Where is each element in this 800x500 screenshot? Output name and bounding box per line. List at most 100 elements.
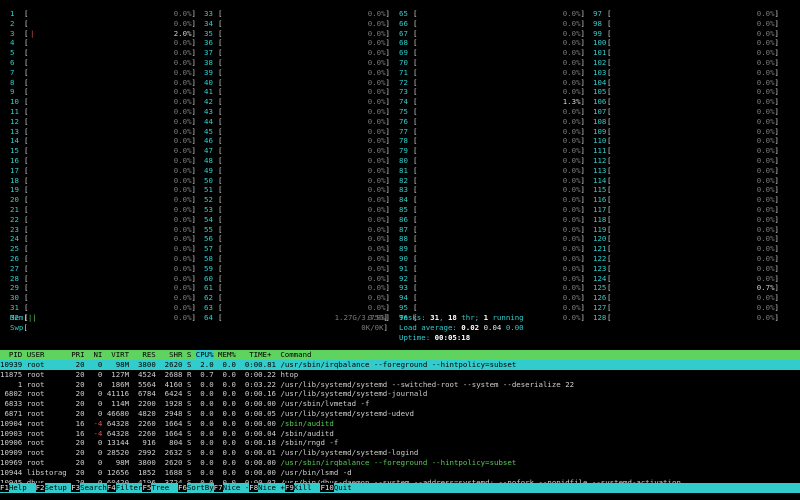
table-row[interactable]: 10969 root 20 0 98M 3800 2620 S 0.0 0.0 … <box>0 458 800 468</box>
header-sort-column[interactable]: CPU% <box>195 350 214 359</box>
fkey-tree-button[interactable]: F5Tree <box>142 483 178 492</box>
cpu-meter-column: 65[0.0%] 66[0.0%] 67[0.0%] 68[0.0%] 69[0.0%]… <box>399 9 587 323</box>
nice-cell: 0 <box>89 457 103 467</box>
state-cell: S <box>186 448 192 458</box>
cpu-percent: 0.0% <box>173 293 192 303</box>
fkey-nice-button[interactable]: F8Nice + <box>249 483 285 492</box>
cpu-number: 43 <box>204 106 213 116</box>
cpu-number: 106 <box>593 97 607 107</box>
virt-cell: 28520 <box>106 448 130 458</box>
cpu-meter: 91[0.0%] <box>399 263 585 273</box>
swap-meter: Swp[ 0K/0K] <box>10 322 388 332</box>
cpu-number: 89 <box>399 244 408 254</box>
cpu-meter: 127[0.0%] <box>593 302 779 312</box>
cpu-number: 51 <box>204 185 213 195</box>
pid-cell: 10906 <box>0 438 23 448</box>
cpu-number: 5 <box>10 48 15 58</box>
cpu-number: 75 <box>399 106 408 116</box>
cpu-percent: 0.0% <box>562 293 581 303</box>
cpu-meter: 112[0.0%] <box>593 155 779 165</box>
table-row[interactable]: 6833 root 20 0 114M 2200 1928 S 0.0 0.0 … <box>0 399 800 409</box>
fkey-kill-button[interactable]: F9Kill <box>284 483 321 492</box>
table-row[interactable]: 11875 root 20 0 127M 4524 2688 R 0.7 0.0… <box>0 370 800 380</box>
virt-cell: 98M <box>106 457 130 467</box>
nice-cell: 0 <box>89 389 103 399</box>
fkey-sortby-button[interactable]: F6SortBy <box>178 483 214 492</box>
table-row[interactable]: 10903 root 16 -4 64328 2260 1664 S 0.0 0… <box>0 429 800 439</box>
tasks-count: 31 <box>430 313 440 322</box>
cpu-percent: 0.0% <box>367 214 386 224</box>
cpu-percent: 0.0% <box>756 273 775 283</box>
function-key-bar[interactable]: F1Help F2Setup F3SearchF4FilterF5Tree F6… <box>0 483 800 493</box>
cpu-meter: 121[0.0%] <box>593 244 779 254</box>
fkey-quit-button[interactable]: F10Quit <box>320 483 360 492</box>
cpu-number: 30 <box>10 293 19 303</box>
fkey-nice-button[interactable]: F7Nice - <box>213 483 249 492</box>
cpu-number: 16 <box>10 155 19 165</box>
res-cell: 2260 <box>133 418 156 428</box>
cpu-percent: 0.0% <box>756 204 775 214</box>
cpu-meter: 36[0.0%] <box>204 38 390 48</box>
cpu-percent: 0.0% <box>173 234 192 244</box>
virt-cell: 98M <box>106 360 130 369</box>
cpu-percent: 0.0% <box>562 155 581 165</box>
cpu-percent: 0.0% <box>173 97 192 107</box>
cpu-number: 92 <box>399 273 408 283</box>
cpu-number: 55 <box>204 224 213 234</box>
cpu-meter: 120[0.0%] <box>593 234 779 244</box>
process-table-header[interactable]: PID USER PRI NI VIRT RES SHR S CPU% MEM%… <box>0 350 800 360</box>
table-row[interactable]: 10944 libstorag 20 0 12656 1852 1688 S 0… <box>0 468 800 478</box>
mem-cell: 0.0 <box>218 360 236 369</box>
cpu-cell: 0.0 <box>195 428 214 438</box>
cpu-percent: 0.0% <box>562 28 581 38</box>
table-row-selected[interactable]: 10939 root 20 0 98M 3800 2620 S 2.0 0.0 … <box>0 360 800 370</box>
cpu-percent: 0.0% <box>562 126 581 136</box>
cpu-percent: 0.0% <box>562 165 581 175</box>
table-row[interactable]: 10909 root 20 0 28520 2992 2632 S 0.0 0.… <box>0 448 800 458</box>
user-cell: root <box>26 369 67 379</box>
header-columns[interactable]: PID USER PRI NI VIRT RES SHR S <box>0 350 196 359</box>
state-cell: S <box>186 418 192 428</box>
cpu-number: 54 <box>204 214 213 224</box>
priority-cell: 16 <box>71 418 85 428</box>
cpu-number: 112 <box>593 155 607 165</box>
table-row[interactable]: 1 root 20 0 186M 5564 4160 S 0.0 0.0 0:0… <box>0 380 800 390</box>
table-row[interactable]: 6802 root 20 0 41116 6784 6424 S 0.0 0.0… <box>0 389 800 399</box>
fkey-search-button[interactable]: F3Search <box>71 483 107 492</box>
cpu-number: 39 <box>204 67 213 77</box>
cpu-percent: 2.0% <box>173 28 192 38</box>
table-row[interactable]: 10904 root 16 -4 64328 2260 1664 S 0.0 0… <box>0 419 800 429</box>
process-list[interactable]: 10939 root 20 0 98M 3800 2620 S 2.0 0.0 … <box>0 360 800 487</box>
cpu-number: 33 <box>204 9 213 18</box>
cpu-number: 59 <box>204 263 213 273</box>
mem-cell: 0.0 <box>218 408 236 418</box>
mem-meter: Mem[|| 1.27G/3.75G] <box>10 313 388 322</box>
header-columns-rest[interactable]: MEM% TIME+ Command <box>214 350 311 359</box>
user-cell: root <box>26 428 67 438</box>
fkey-key: F2 <box>35 483 45 492</box>
table-row[interactable]: 10906 root 20 0 13144 916 804 S 0.0 0.0 … <box>0 438 800 448</box>
table-row[interactable]: 6871 root 20 0 46680 4820 2948 S 0.0 0.0… <box>0 409 800 419</box>
cpu-percent: 0.0% <box>562 302 581 312</box>
cpu-percent: 0.0% <box>173 57 192 67</box>
cpu-meter: 59[0.0%] <box>204 263 390 273</box>
cpu-meter: 9[0.0%] <box>10 87 196 97</box>
cpu-number: 111 <box>593 146 607 156</box>
cpu-cell: 0.0 <box>195 438 214 448</box>
cpu-meter: 51[0.0%] <box>204 185 390 195</box>
cpu-number: 114 <box>593 175 607 185</box>
fkey-filter-button[interactable]: F4Filter <box>106 483 142 492</box>
cpu-meter: 44[0.0%] <box>204 116 390 126</box>
cpu-percent: 0.0% <box>173 155 192 165</box>
cpu-number: 65 <box>399 9 408 18</box>
cpu-meter: 97[0.0%] <box>593 9 779 18</box>
cpu-number: 46 <box>204 136 213 146</box>
cpu-number: 14 <box>10 136 19 146</box>
uptime-value: 00:05:18 <box>434 332 471 342</box>
cpu-number: 110 <box>593 136 607 146</box>
fkey-help-button[interactable]: F1Help <box>0 483 36 492</box>
fkey-setup-button[interactable]: F2Setup <box>35 483 72 492</box>
user-cell: libstorag <box>26 467 67 477</box>
cpu-percent: 0.0% <box>756 263 775 273</box>
priority-cell: 20 <box>71 369 85 379</box>
